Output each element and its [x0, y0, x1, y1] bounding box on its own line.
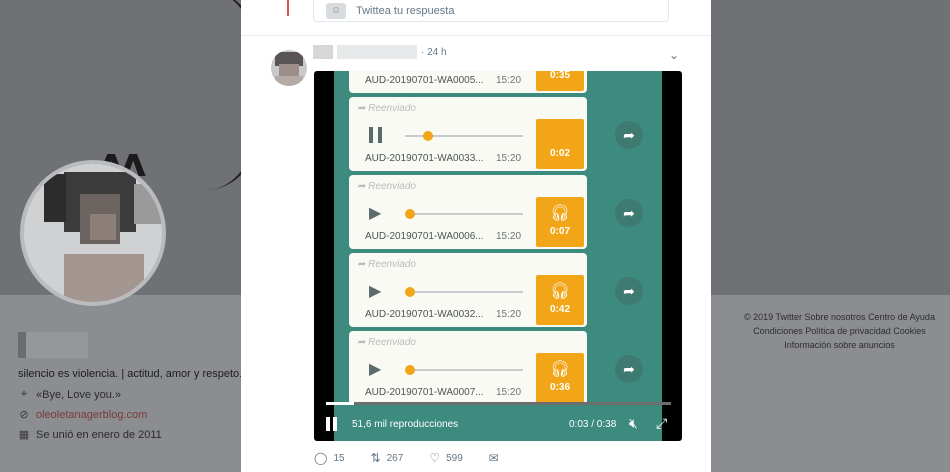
audio-track[interactable]: [405, 131, 523, 141]
video-views: 51,6 mil reproducciones: [352, 419, 459, 430]
whatsapp-chat: AUD-20190701-WA0005... 15:20 0:35 ➦ Reen…: [334, 71, 662, 441]
audio-file-name: AUD-20190701-WA0033...: [365, 153, 484, 164]
reply-button[interactable]: ◯ 15: [314, 451, 345, 465]
audio-duration: 0:36: [549, 382, 570, 393]
video-progress-fill: [326, 402, 354, 405]
retweet-count: 267: [386, 452, 404, 464]
forwarded-label: ➦ Reenviado: [357, 259, 416, 270]
audio-scrubber[interactable]: [422, 131, 433, 141]
calendar-icon: ▦: [18, 429, 30, 441]
chevron-down-icon[interactable]: ⌄: [669, 48, 679, 62]
envelope-icon: ✉: [488, 451, 499, 465]
audio-time: 15:20: [496, 309, 522, 320]
fullscreen-icon[interactable]: ⤢: [656, 415, 667, 432]
timeline-column: ☺ Twittea tu respuesta · 24 h ⌄ AUD-2019…: [241, 0, 711, 472]
message-button[interactable]: ✉: [489, 451, 499, 465]
tweet-avatar[interactable]: [271, 50, 307, 86]
profile-joined: ▦ Se unió en enero de 2011: [18, 428, 162, 442]
divider: [241, 35, 711, 36]
tweet-actions: ◯ 15 ⇅ 267 ♡ 599 ✉: [314, 451, 499, 465]
video-progress-bar[interactable]: [326, 402, 671, 405]
audio-time: 15:20: [496, 231, 522, 242]
audio-card-top: AUD-20190701-WA0005... 15:20 0:35: [349, 71, 587, 93]
reply-count: 15: [333, 452, 345, 464]
thread-line: [287, 0, 289, 16]
profile-bio: silencio es violencia. | actitud, amor y…: [18, 368, 243, 380]
footer-line-3[interactable]: Información sobre anuncios: [732, 338, 947, 352]
headphones-icon: 🎧︎: [549, 361, 571, 378]
reply-box[interactable]: ☺ Twittea tu respuesta: [313, 0, 669, 22]
audio-pause-icon[interactable]: [369, 127, 383, 143]
retweet-button[interactable]: ⇅ 267: [371, 451, 404, 465]
footer-line-2[interactable]: Condiciones Política de privacidad Cooki…: [732, 324, 947, 338]
video-elapsed: 0:03 / 0:38: [569, 419, 617, 430]
reply-avatar: ☺: [326, 2, 346, 19]
audio-duration: 0:02: [549, 148, 570, 159]
reply-input[interactable]: Twittea tu respuesta: [356, 5, 454, 17]
share-icon[interactable]: ➦: [615, 121, 643, 149]
audio-duration: 0:07: [549, 226, 570, 237]
headphones-icon: [536, 125, 584, 145]
audio-tile: 0:35: [536, 71, 584, 91]
link-icon: ⊘: [19, 409, 29, 421]
audio-tile: 🎧︎ 0:07: [536, 197, 584, 247]
profile-website[interactable]: ⊘ oleoletanagerblog.com: [18, 408, 248, 422]
like-button[interactable]: ♡ 599: [429, 451, 462, 465]
forwarded-label: ➦ Reenviado: [357, 103, 416, 114]
audio-time: 15:20: [496, 153, 522, 164]
footer-links: © 2019 Twitter Sobre nosotros Centro de …: [732, 310, 947, 352]
audio-tile: 🎧︎ 0:36: [536, 353, 584, 403]
share-icon[interactable]: ➦: [615, 355, 643, 383]
audio-tile: 🎧︎ 0:42: [536, 275, 584, 325]
audio-file-name: AUD-20190701-WA0032...: [365, 309, 484, 320]
audio-play-icon[interactable]: ▶: [369, 203, 381, 223]
mute-icon[interactable]: 🔇︎: [629, 415, 638, 432]
audio-card[interactable]: ➦ Reenviado ▶ AUD-20190701-WA0032... 15:20 🎧…: [349, 253, 587, 327]
audio-play-icon[interactable]: ▶: [369, 359, 381, 379]
audio-card[interactable]: ➦ Reenviado AUD-20190701-WA0033... 15:20 0:…: [349, 97, 587, 171]
audio-scrubber[interactable]: [405, 365, 415, 375]
location-pin-icon: ⌖: [20, 388, 28, 400]
tweet-time[interactable]: · 24 h: [421, 47, 447, 58]
headphones-icon: 🎧︎: [549, 205, 571, 222]
audio-tile: 0:02: [536, 119, 584, 169]
audio-track[interactable]: [405, 209, 523, 219]
reply-icon: ◯: [314, 451, 328, 465]
audio-track[interactable]: [405, 287, 523, 297]
profile-name: [18, 332, 88, 358]
profile-info: silencio es violencia. | actitud, amor y…: [18, 332, 248, 448]
like-count: 599: [446, 452, 463, 464]
audio-scrubber[interactable]: [405, 287, 415, 297]
audio-card[interactable]: ➦ Reenviado ▶ AUD-20190701-WA0006... 15:20 🎧…: [349, 175, 587, 249]
audio-time: 15:20: [496, 387, 522, 398]
audio-file-name: AUD-20190701-WA0006...: [365, 231, 484, 242]
heart-icon: ♡: [429, 451, 441, 465]
retweet-icon: ⇅: [370, 451, 381, 465]
profile-avatar[interactable]: [20, 160, 166, 306]
author-name[interactable]: [313, 45, 333, 59]
audio-duration: 0:42: [549, 304, 570, 315]
forwarded-label: ➦ Reenviado: [357, 337, 416, 348]
video-pause-button[interactable]: [326, 417, 338, 431]
audio-time: 15:20: [496, 75, 522, 86]
author-handle[interactable]: [337, 45, 417, 59]
headphones-icon: 🎧︎: [549, 283, 571, 300]
share-icon[interactable]: ➦: [615, 277, 643, 305]
video-controls: 51,6 mil reproducciones 0:03 / 0:38 🔇︎ ⤢: [314, 409, 682, 441]
video-player[interactable]: AUD-20190701-WA0005... 15:20 0:35 ➦ Reen…: [314, 71, 682, 441]
audio-file-name: AUD-20190701-WA0005...: [365, 75, 484, 86]
audio-card[interactable]: ➦ Reenviado ▶ AUD-20190701-WA0007... 15:20 🎧…: [349, 331, 587, 405]
share-icon[interactable]: ➦: [615, 199, 643, 227]
audio-play-icon[interactable]: ▶: [369, 281, 381, 301]
footer-line-1[interactable]: © 2019 Twitter Sobre nosotros Centro de …: [732, 310, 947, 324]
audio-file-name: AUD-20190701-WA0007...: [365, 387, 484, 398]
forwarded-label: ➦ Reenviado: [357, 181, 416, 192]
profile-location: ⌖ «Bye, Love you.»: [18, 388, 248, 401]
audio-duration: 0:35: [549, 71, 570, 81]
audio-scrubber[interactable]: [405, 209, 415, 219]
audio-track[interactable]: [405, 365, 523, 375]
tweet-header: · 24 h: [313, 45, 447, 59]
